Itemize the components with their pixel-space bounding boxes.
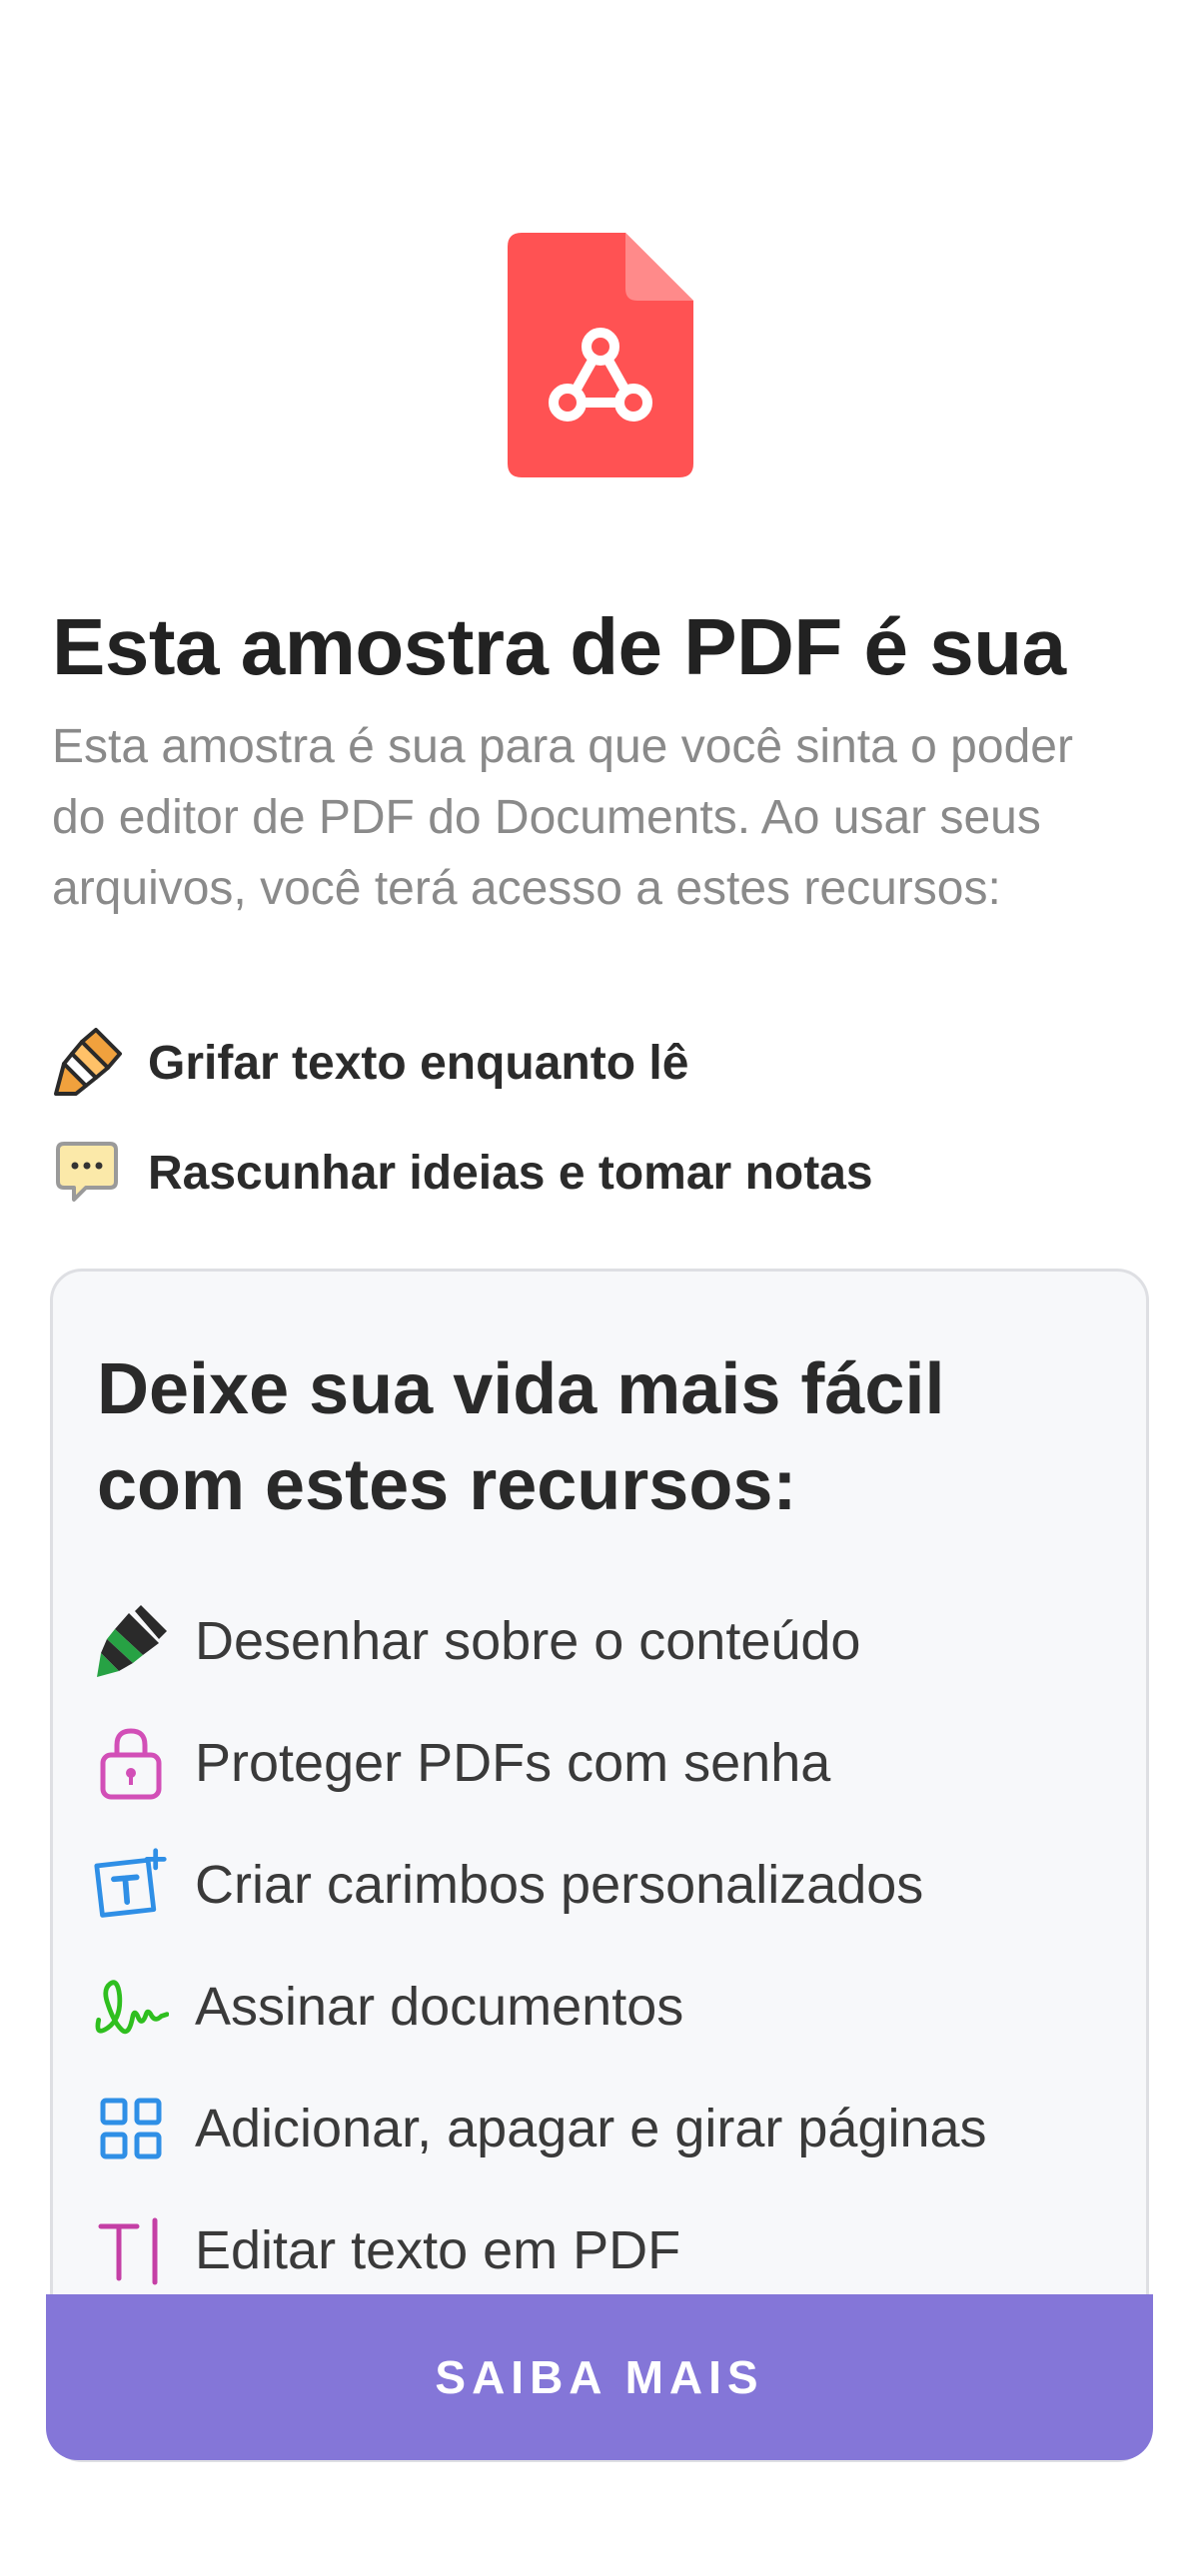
feature-label: Desenhar sobre o conteúdo xyxy=(195,1611,861,1671)
feature-label: Grifar texto enquanto lê xyxy=(148,1036,689,1090)
text-cursor-icon xyxy=(93,2212,169,2288)
marker-icon xyxy=(93,1603,169,1679)
feature-label: Assinar documentos xyxy=(195,1977,684,2037)
card-feature-draw: Desenhar sobre o conteúdo xyxy=(93,1601,860,1681)
feature-label: Editar texto em PDF xyxy=(195,2220,681,2280)
signature-icon xyxy=(93,1969,169,2045)
card-feature-pages: Adicionar, apagar e girar páginas xyxy=(93,2089,987,2168)
speech-bubble-icon xyxy=(52,1138,122,1208)
card-feature-edit-text: Editar texto em PDF xyxy=(93,2210,680,2290)
feature-label: Proteger PDFs com senha xyxy=(195,1733,831,1793)
card-feature-sign: Assinar documentos xyxy=(93,1967,683,2047)
feature-label: Rascunhar ideias e tomar notas xyxy=(148,1146,873,1200)
highlighter-icon xyxy=(52,1028,122,1098)
lock-icon xyxy=(93,1725,169,1801)
grid-pages-icon xyxy=(93,2091,169,2166)
learn-more-button[interactable]: SAIBA MAIS xyxy=(46,2294,1153,2460)
feature-label: Criar carimbos personalizados xyxy=(195,1855,924,1915)
page-title: Esta amostra de PDF é sua xyxy=(52,602,1066,691)
card-feature-stamps: Criar carimbos personalizados xyxy=(93,1845,923,1925)
pdf-file-icon xyxy=(508,233,693,477)
page-description: Esta amostra é sua para que você sinta o… xyxy=(52,720,1073,915)
features-card: Deixe sua vida mais fácil com estes recu… xyxy=(50,1269,1149,2462)
onboarding-screen: Esta amostra de PDF é sua Esta amostra é… xyxy=(0,0,1199,2576)
card-title: Deixe sua vida mais fácil com estes recu… xyxy=(97,1349,945,1525)
feature-item-notes: Rascunhar ideias e tomar notas xyxy=(52,1137,873,1209)
feature-label: Adicionar, apagar e girar páginas xyxy=(195,2099,987,2158)
stamp-text-icon xyxy=(93,1847,169,1923)
feature-item-highlight: Grifar texto enquanto lê xyxy=(52,1027,688,1099)
card-feature-password: Proteger PDFs com senha xyxy=(93,1723,830,1803)
